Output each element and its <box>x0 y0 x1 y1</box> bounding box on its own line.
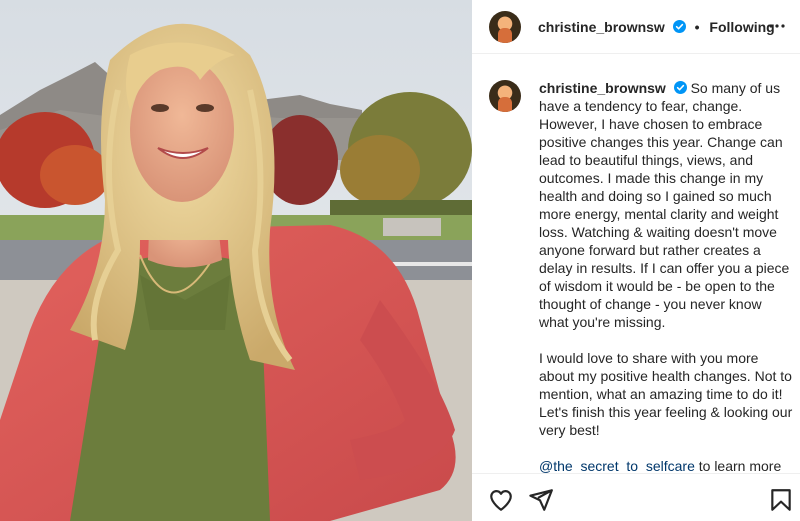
author-username-text[interactable]: christine_brownsw <box>538 19 665 35</box>
verified-badge-icon <box>673 81 687 94</box>
avatar[interactable] <box>489 10 521 43</box>
caption-text-1: So many of us have a tendency to fear, c… <box>539 80 790 330</box>
post-header: christine_brownsw • Following <box>472 0 800 54</box>
author-username[interactable]: christine_brownsw • Following <box>538 19 775 35</box>
post-sidebar: christine_brownsw • Following christine_… <box>472 0 800 521</box>
separator-dot: • <box>694 18 700 35</box>
bookmark-icon[interactable] <box>768 487 794 513</box>
caption-paragraph-2: I would love to share with you more abou… <box>539 350 793 438</box>
more-horizontal-icon[interactable] <box>768 17 786 35</box>
following-button[interactable]: Following <box>709 19 774 35</box>
comments-section[interactable]: christine_brownsw So many of us have a t… <box>472 55 800 473</box>
caption-paragraph-1: christine_brownsw So many of us have a t… <box>539 79 794 331</box>
verified-badge-icon <box>672 19 686 33</box>
paper-plane-icon[interactable] <box>528 487 554 513</box>
mention-suffix: to learn more <box>698 458 782 473</box>
post-caption: christine_brownsw So many of us have a t… <box>539 79 794 473</box>
heart-icon[interactable] <box>488 487 514 513</box>
mention-link[interactable]: @the_secret_to_selfcare <box>539 458 695 473</box>
caption-username[interactable]: christine_brownsw <box>539 80 666 96</box>
post-image <box>0 0 472 521</box>
caption-paragraph-3: @the_secret_to_selfcare to learn more <box>539 457 794 473</box>
caption-row: christine_brownsw So many of us have a t… <box>489 79 794 473</box>
action-bar <box>472 473 800 521</box>
post-photo[interactable] <box>0 0 472 521</box>
caption-avatar[interactable] <box>489 80 521 112</box>
